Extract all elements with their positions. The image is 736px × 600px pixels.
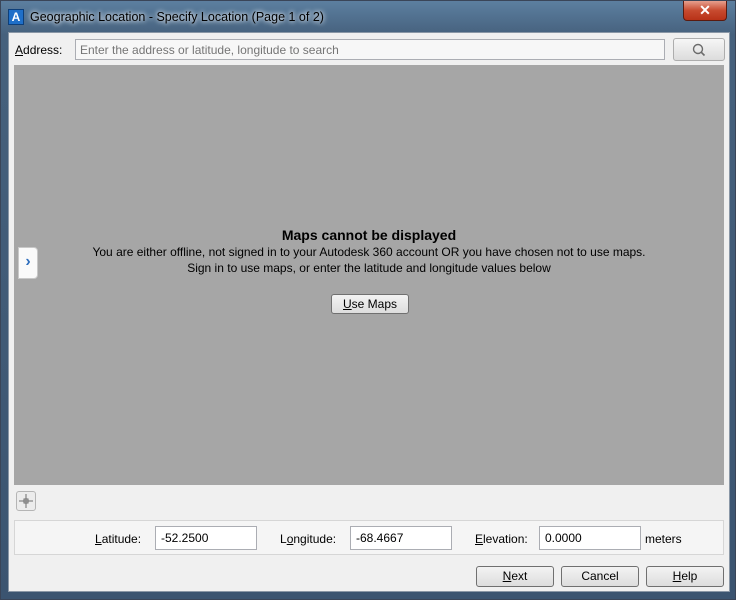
- elevation-unit: meters: [645, 532, 682, 546]
- autocad-logo-icon: A: [8, 9, 24, 25]
- map-message-line-1: You are either offline, not signed in to…: [92, 245, 646, 259]
- elevation-input[interactable]: 0.0000: [539, 526, 641, 550]
- help-button[interactable]: Help: [646, 566, 724, 587]
- longitude-input[interactable]: -68.4667: [350, 526, 452, 550]
- crosshair-icon: [19, 494, 33, 508]
- title-bar[interactable]: A Geographic Location - Specify Location…: [1, 1, 735, 33]
- latitude-label: Latitude:: [95, 532, 142, 546]
- address-label: Address:: [15, 43, 63, 57]
- cancel-button[interactable]: Cancel: [561, 566, 639, 587]
- map-message-title: Maps cannot be displayed: [281, 227, 457, 243]
- dialog-body: Address: › Maps cannot be displayed You …: [8, 32, 730, 592]
- coordinates-panel: Latitude: -52.2500 Longitude: -68.4667 E…: [14, 520, 724, 555]
- longitude-label: Longitude:: [280, 532, 337, 546]
- window-title: Geographic Location - Specify Location (…: [30, 10, 324, 24]
- locate-point-button[interactable]: [16, 491, 36, 511]
- search-button[interactable]: [673, 38, 725, 61]
- address-search-input[interactable]: [75, 39, 665, 60]
- map-area[interactable]: › Maps cannot be displayed You are eithe…: [14, 65, 724, 485]
- next-button[interactable]: Next: [476, 566, 554, 587]
- close-button[interactable]: ✕: [683, 1, 727, 21]
- use-maps-button[interactable]: Use Maps: [331, 294, 409, 314]
- elevation-label: Elevation:: [475, 532, 528, 546]
- dialog-window: A Geographic Location - Specify Location…: [0, 0, 736, 600]
- map-message-line-2: Sign in to use maps, or enter the latitu…: [187, 261, 551, 275]
- search-icon: [692, 43, 706, 57]
- latitude-input[interactable]: -52.2500: [155, 526, 257, 550]
